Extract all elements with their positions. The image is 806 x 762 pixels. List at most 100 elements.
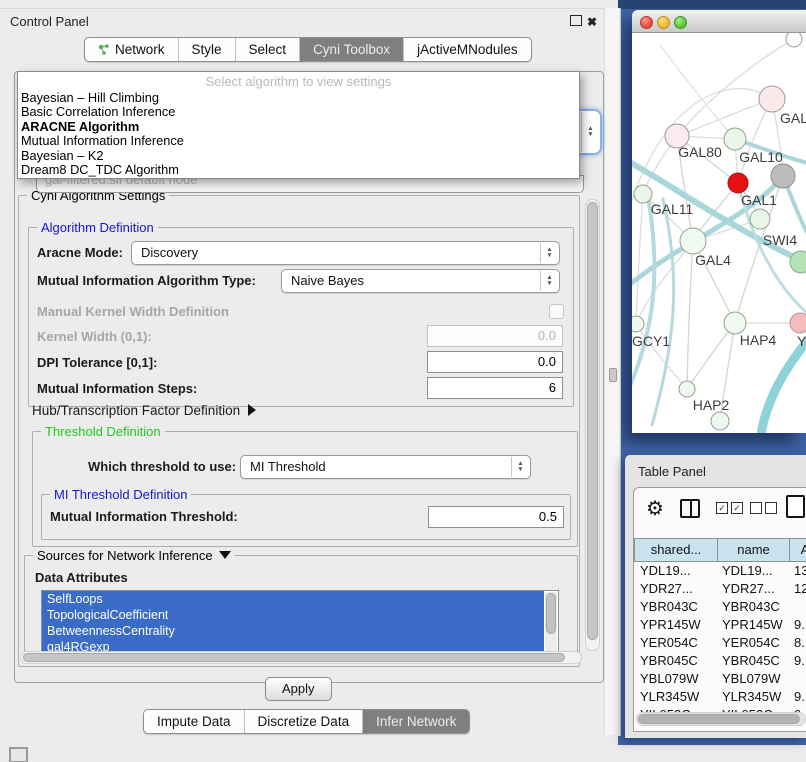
algorithm-option[interactable]: ARACNE Algorithm <box>18 120 579 134</box>
checked-boxes-icon[interactable]: ✓✓ <box>716 502 743 514</box>
table-row[interactable]: YBR043CYBR043C <box>634 598 806 616</box>
bottom-tab-discretize-data[interactable]: Discretize Data <box>244 710 363 733</box>
network-node[interactable] <box>728 173 748 193</box>
network-node-label: GAL4 <box>695 252 731 268</box>
network-node-hap2[interactable] <box>679 381 695 397</box>
tab-label: Cyni Toolbox <box>313 38 390 61</box>
data-attribute-item[interactable]: BetweennessCentrality <box>42 623 544 639</box>
mi-threshold-field[interactable]: 0.5 <box>428 506 564 528</box>
settings-vertical-scrollbar-thumb[interactable] <box>587 202 598 640</box>
network-view-window[interactable]: GALGAL80GAL10GAL11GAL1SWI4GAL4GCY1HAP4YH… <box>632 10 806 433</box>
tab-network[interactable]: Network <box>85 38 178 61</box>
file-icon[interactable] <box>786 495 805 518</box>
zoom-traffic-light[interactable] <box>674 16 687 29</box>
table-panel-body: ⚙ ✓✓ shared... name A YDL19...YDL19...13… <box>633 487 806 732</box>
network-node[interactable] <box>771 164 795 188</box>
mi-threshold-definition-group: MI Threshold Definition Mutual Informati… <box>41 494 571 540</box>
network-node-gal1[interactable] <box>750 209 770 229</box>
network-node-gal[interactable] <box>759 86 785 112</box>
mi-algorithm-type-label: Mutual Information Algorithm Type: <box>37 273 256 288</box>
network-node[interactable] <box>711 412 729 430</box>
combo-arrows-icon: ▲▼ <box>581 112 599 152</box>
mi-algorithm-type-combo[interactable]: Naive Bayes ▲▼ <box>281 269 560 293</box>
tab-style[interactable]: Style <box>178 38 235 61</box>
table-row[interactable]: YDL19...YDL19...13 <box>634 562 806 580</box>
dpi-tolerance-field[interactable]: 0.0 <box>427 351 563 373</box>
settings-vertical-scrollbar[interactable] <box>585 199 600 651</box>
list-scrollbar[interactable] <box>545 592 557 660</box>
minimize-traffic-light[interactable] <box>657 16 670 29</box>
aracne-mode-value: Discovery <box>141 245 198 260</box>
bottom-tab-infer-network[interactable]: Infer Network <box>362 710 469 733</box>
kernel-width-field[interactable]: 0.0 <box>427 325 563 347</box>
column-header-shared-name[interactable]: shared... <box>634 538 718 562</box>
table-cell: 8. <box>794 634 805 652</box>
mi-steps-field[interactable]: 6 <box>427 377 563 399</box>
algorithm-option[interactable]: Dream8 DC_TDC Algorithm <box>18 163 579 177</box>
bottom-tab-impute-data[interactable]: Impute Data <box>144 710 244 733</box>
table-cell: YPR145W <box>722 616 783 634</box>
algorithm-option[interactable]: Basic Correlation Inference <box>18 105 579 119</box>
network-node-label: GCY1 <box>632 333 670 349</box>
expand-arrow-icon <box>248 404 256 416</box>
manual-kernel-width-checkbox[interactable] <box>549 304 564 319</box>
apply-button[interactable]: Apply <box>265 677 332 701</box>
table-horizontal-scrollbar-thumb[interactable] <box>638 714 800 724</box>
algorithm-option[interactable]: Bayesian – K2 <box>18 149 579 163</box>
network-node-gcy1[interactable] <box>632 316 644 332</box>
table-row[interactable]: YDR27...YDR27...12 <box>634 580 806 598</box>
data-attributes-label: Data Attributes <box>35 570 128 585</box>
which-threshold-combo[interactable]: MI Threshold ▲▼ <box>240 455 531 479</box>
settings-horizontal-scrollbar[interactable] <box>20 651 582 664</box>
network-canvas[interactable]: GALGAL80GAL10GAL11GAL1SWI4GAL4GCY1HAP4YH… <box>632 33 806 433</box>
table-cell: YLR345W <box>640 688 699 706</box>
table-horizontal-scrollbar[interactable] <box>636 712 806 726</box>
float-panel-icon[interactable] <box>570 15 582 26</box>
column-header-name[interactable]: name <box>717 538 790 562</box>
panel-splitter[interactable] <box>604 8 619 735</box>
algorithm-option[interactable]: Bayesian – Hill Climbing <box>18 91 579 105</box>
aracne-mode-combo[interactable]: Discovery ▲▼ <box>131 241 560 265</box>
table-row[interactable]: YLR345WYLR345W9. <box>634 688 806 706</box>
split-columns-icon[interactable] <box>680 499 700 518</box>
table-row[interactable]: YBR045CYBR045C9. <box>634 652 806 670</box>
control-panel: Control Panel ✖ Network Style Select Cyni T… <box>0 8 621 736</box>
table-row[interactable]: YBL079WYBL079W <box>634 670 806 688</box>
network-node[interactable] <box>786 33 802 47</box>
column-header-clipped[interactable]: A <box>789 538 806 562</box>
network-node-gal10[interactable] <box>724 128 746 150</box>
network-node-hap4[interactable] <box>724 312 746 334</box>
algorithm-definition-title: Algorithm Definition <box>37 220 158 235</box>
tab-label: Style <box>192 38 222 61</box>
network-node-gal11[interactable] <box>634 185 652 203</box>
dpi-tolerance-label: DPI Tolerance [0,1]: <box>37 355 157 370</box>
network-window-titlebar[interactable] <box>632 10 806 33</box>
data-attribute-item[interactable]: SelfLoops <box>42 591 544 607</box>
algorithm-dropdown-popup: Select algorithm to view settings Bayesi… <box>17 71 580 179</box>
close-traffic-light[interactable] <box>640 16 653 29</box>
hub-definition-section[interactable]: Hub/Transcription Factor Definition <box>32 403 256 418</box>
control-panel-title: Control Panel <box>10 14 89 29</box>
data-attribute-item[interactable]: TopologicalCoefficient <box>42 607 544 623</box>
tab-cyni-toolbox[interactable]: Cyni Toolbox <box>299 38 403 61</box>
unchecked-boxes-icon[interactable] <box>750 502 777 514</box>
table-cell: 13 <box>794 562 806 580</box>
splitter-handle-icon[interactable] <box>609 368 617 382</box>
table-panel: Table Panel ⚙ ✓✓ shared... name A YDL19.… <box>625 455 806 738</box>
network-node-label: SWI4 <box>763 232 797 248</box>
table-row[interactable]: YER054CYER054C8. <box>634 634 806 652</box>
tab-jactivemnodules[interactable]: jActiveMNodules <box>403 38 531 61</box>
table-row[interactable]: YPR145WYPR145W9. <box>634 616 806 634</box>
settings-horizontal-scrollbar-thumb[interactable] <box>23 653 565 662</box>
table-cell: 12 <box>794 580 806 598</box>
gear-icon[interactable]: ⚙ <box>646 496 664 521</box>
collapsed-panel-icon[interactable] <box>9 747 28 762</box>
table-cell: YLR345W <box>722 688 781 706</box>
which-threshold-value: MI Threshold <box>250 459 326 474</box>
algorithm-option[interactable]: Mutual Information Inference <box>18 134 579 148</box>
network-node-gal4[interactable] <box>680 228 706 254</box>
network-node-y[interactable] <box>790 313 806 333</box>
tab-select[interactable]: Select <box>235 38 300 61</box>
table-cell: 9. <box>794 652 805 670</box>
close-panel-icon[interactable]: ✖ <box>587 15 597 29</box>
